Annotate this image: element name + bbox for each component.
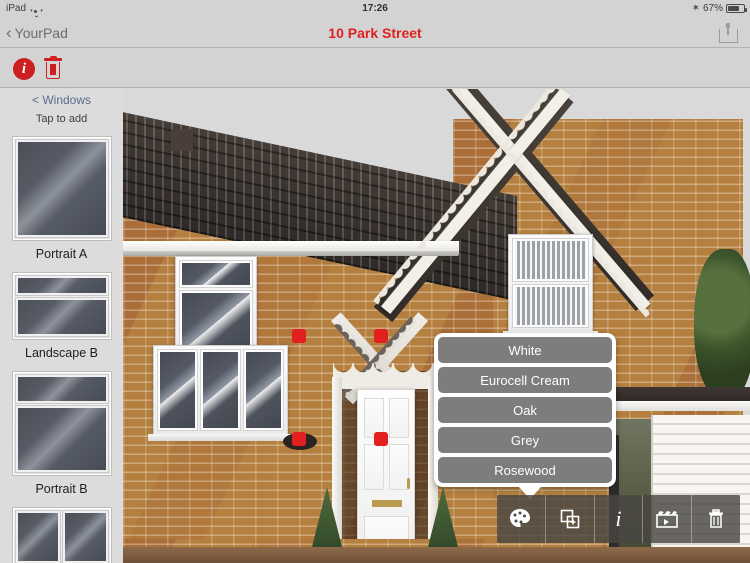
selection-handle-top-right[interactable] bbox=[374, 329, 388, 343]
toolbar: i Scene Product List Request a Quote Fee… bbox=[0, 48, 750, 128]
window-upstairs-gable[interactable] bbox=[503, 234, 598, 339]
trash-icon bbox=[709, 509, 724, 528]
duplicate-icon bbox=[560, 509, 579, 529]
scene-canvas[interactable] bbox=[123, 89, 750, 563]
front-door[interactable] bbox=[357, 389, 415, 561]
colour-option-rosewood[interactable]: Rosewood bbox=[438, 457, 612, 483]
clapperboard-icon bbox=[656, 511, 679, 528]
colour-options-menu[interactable]: White Eurocell Cream Oak Grey Rosewood bbox=[434, 333, 616, 487]
sidebar-item-label: Portrait B bbox=[35, 482, 88, 496]
sidebar-item-portrait-a[interactable]: Portrait A bbox=[0, 136, 123, 261]
window-ground-bay[interactable] bbox=[148, 345, 293, 441]
bluetooth-icon: ✶ bbox=[691, 2, 700, 14]
sidebar-item-portrait-b[interactable]: Portrait B bbox=[0, 371, 123, 496]
chimney bbox=[171, 129, 193, 151]
colour-palette-button[interactable] bbox=[497, 495, 546, 543]
colour-option-grey[interactable]: Grey bbox=[438, 427, 612, 453]
app-root: iPad 17:26 ✶ 67% ‹ YourPad 10 Park Stree… bbox=[0, 0, 750, 563]
window-upstairs-left[interactable] bbox=[175, 256, 257, 359]
gutter bbox=[123, 251, 459, 256]
sidebar-item-label: Portrait A bbox=[35, 247, 88, 261]
battery-icon bbox=[726, 4, 747, 13]
page-title: 10 Park Street bbox=[328, 24, 422, 41]
object-action-bar: i bbox=[497, 495, 740, 543]
selection-handle-bottom-right[interactable] bbox=[374, 432, 388, 446]
trash-icon[interactable] bbox=[43, 56, 63, 80]
share-icon[interactable] bbox=[719, 23, 738, 43]
duplicate-button[interactable] bbox=[546, 495, 595, 543]
status-bar-right: ✶ 67% bbox=[691, 2, 747, 14]
delete-button[interactable] bbox=[692, 495, 740, 543]
sidebar-item-landscape-b[interactable]: Landscape B bbox=[0, 272, 123, 360]
colour-option-oak[interactable]: Oak bbox=[438, 397, 612, 423]
sidebar-hint: Tap to add bbox=[35, 113, 88, 125]
sidebar-back-windows[interactable]: < Windows bbox=[0, 89, 123, 107]
battery-percent: 67% bbox=[702, 3, 723, 14]
nav-bar: ‹ YourPad 10 Park Street bbox=[0, 17, 750, 48]
colour-option-white[interactable]: White bbox=[438, 337, 612, 363]
sidebar-item-label: Landscape B bbox=[25, 346, 98, 360]
info-circle-icon[interactable]: i bbox=[13, 58, 35, 81]
info-italic-icon: i bbox=[615, 506, 622, 531]
video-button[interactable] bbox=[643, 495, 693, 543]
status-bar-clock: 17:26 bbox=[362, 3, 388, 14]
palette-icon bbox=[510, 509, 531, 527]
status-bar: iPad 17:26 ✶ 67% bbox=[0, 0, 750, 17]
tree bbox=[694, 249, 750, 399]
selection-handle-bottom-left[interactable] bbox=[292, 432, 306, 446]
colour-option-eurocell-cream[interactable]: Eurocell Cream bbox=[438, 367, 612, 393]
selection-handle-top-left[interactable] bbox=[292, 329, 306, 343]
info-button[interactable]: i bbox=[595, 495, 644, 543]
driveway bbox=[123, 547, 750, 563]
windows-sidebar: < Windows Tap to add Portrait A Landscap… bbox=[0, 89, 123, 563]
sidebar-item-partial[interactable] bbox=[0, 507, 123, 563]
